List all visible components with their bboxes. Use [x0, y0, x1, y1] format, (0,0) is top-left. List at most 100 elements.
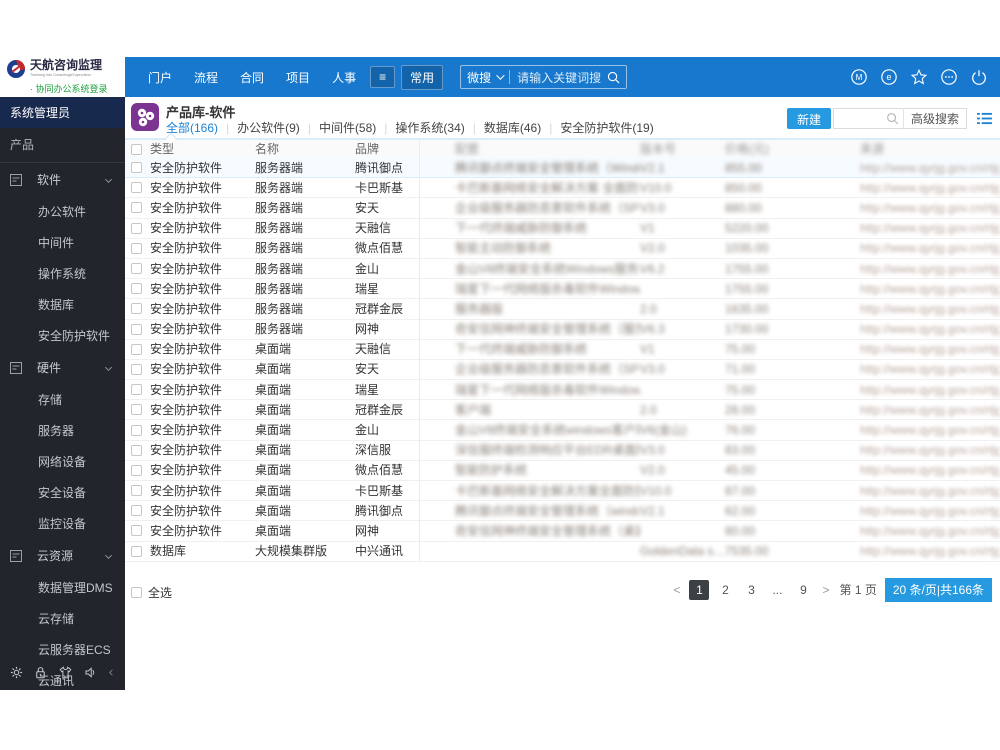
search-icon[interactable] — [607, 71, 620, 84]
nav-item-4[interactable]: 项目 — [286, 69, 310, 86]
prev-page-button[interactable]: < — [673, 583, 680, 597]
table-search-input[interactable] — [833, 108, 882, 128]
theme-shirt-icon[interactable] — [58, 665, 73, 680]
table-row[interactable]: 安全防护软件 桌面端 微点佰慧 智能防护系统 V2.0 45.00 http://www.q… — [125, 460, 1000, 481]
company-subtitle: Tianhang Info Consulting&Supervision — [30, 72, 92, 77]
tab-3[interactable]: 中间件(58) — [319, 119, 376, 136]
table-row[interactable]: 安全防护软件 服务器端 瑞星 瑞星下一代网络版杀毒软件Windows服务器版 1755.… — [125, 278, 1000, 300]
header-checkbox[interactable] — [131, 143, 142, 155]
sidebar-group-1[interactable]: 软件 — [0, 163, 125, 196]
table-row[interactable]: 安全防护软件 服务器端 卡巴斯基 卡巴斯基网络安全解决方案 全面防护版KES…V10.… — [125, 177, 1000, 199]
table-row[interactable]: 安全防护软件 服务器端 天融信 下一代终端威胁防御系统 V1 5220.00 http://… — [125, 218, 1000, 239]
table-row[interactable]: 数据库 大规模集群版 中兴通讯 GoldenData s… 7535.00 http://… — [125, 541, 1000, 562]
nav-item-5[interactable]: 人事 — [332, 69, 356, 86]
table-row[interactable]: 安全防护软件 桌面端 网神 奇安信网神终端安全管理系统（桌面版） 80.00 http:/… — [125, 520, 1000, 542]
table-row[interactable]: 安全防护软件 桌面端 天融信 下一代终端威胁防御系统 V1 75.00 http://www… — [125, 339, 1000, 360]
table-row[interactable]: 安全防护软件 服务器端 微点佰慧 智能主动防御系统 V2.0 1035.00 http://… — [125, 238, 1000, 259]
nav-item-1[interactable]: 门户 — [148, 69, 172, 86]
advanced-search-button[interactable]: 高级搜索 — [902, 107, 966, 129]
sidebar-group-3[interactable]: 云资源 — [0, 539, 125, 572]
page-button-3[interactable]: 3 — [741, 580, 761, 600]
message-icon[interactable]: e — [880, 68, 898, 86]
row-checkbox[interactable] — [131, 525, 142, 537]
row-checkbox[interactable] — [131, 505, 142, 517]
tab-2[interactable]: 办公软件(9) — [237, 119, 300, 136]
row-checkbox[interactable] — [131, 182, 142, 194]
next-page-button[interactable]: > — [822, 583, 829, 597]
global-search[interactable]: 微搜 请输入关键词搜 — [460, 65, 628, 89]
power-logout-icon[interactable] — [970, 68, 988, 86]
sidebar-item-1-1[interactable]: 办公软件 — [0, 196, 125, 227]
table-row[interactable]: 安全防护软件 服务器端 冠群金辰 服务器版 2.0 1635.00 http://www.q… — [125, 298, 1000, 320]
collapse-chevron-icon[interactable] — [107, 668, 116, 677]
table-row[interactable]: 安全防护软件 桌面端 腾讯御点 腾讯御点终端安全管理系统（windows版）V2.1V… — [125, 500, 1000, 522]
search-scope-dropdown[interactable]: 微搜 — [467, 69, 505, 86]
row-checkbox[interactable] — [131, 363, 142, 375]
row-checkbox[interactable] — [131, 444, 142, 456]
table-row[interactable]: 安全防护软件 服务器端 网神 奇安信网神终端安全管理系统（服务器版）V6.3 1730.… — [125, 319, 1000, 340]
sidebar-item-1-2[interactable]: 中间件 — [0, 227, 125, 258]
sidebar-item-1-4[interactable]: 数据库 — [0, 289, 125, 320]
row-checkbox[interactable] — [131, 283, 142, 295]
row-checkbox[interactable] — [131, 384, 142, 396]
row-checkbox[interactable] — [131, 485, 142, 497]
sidebar-item-2-5[interactable]: 监控设备 — [0, 508, 125, 539]
table-row[interactable]: 安全防护软件 服务器端 安天 企业级服务器防恶意软件系统（SP）标准版V3.0 880.… — [125, 197, 1000, 219]
lock-icon[interactable] — [33, 665, 48, 680]
settings-gear-icon[interactable] — [9, 665, 24, 680]
row-checkbox[interactable] — [131, 343, 142, 355]
table-row[interactable]: 安全防护软件 服务器端 金山 金山V8终端安全系统Windows服务器版V6.2 175… — [125, 258, 1000, 280]
row-checkbox[interactable] — [131, 202, 142, 214]
table-row[interactable]: 安全防护软件 桌面端 安天 企业级服务器防恶意软件系统（SP）桌面版V3.0 71.00… — [125, 359, 1000, 381]
table-row[interactable]: 安全防护软件 桌面端 冠群金辰 客户端 2.0 28.00 http://www.qyrjg… — [125, 399, 1000, 421]
sidebar-section-product[interactable]: 产品 — [0, 128, 125, 163]
row-checkbox[interactable] — [131, 263, 142, 275]
volume-speaker-icon[interactable] — [83, 665, 98, 680]
sidebar-item-2-2[interactable]: 服务器 — [0, 415, 125, 446]
tab-5[interactable]: 数据库(46) — [484, 119, 541, 136]
oa-login-link[interactable]: · 协同办公系统登录 — [30, 82, 125, 95]
sidebar-item-2-1[interactable]: 存储 — [0, 384, 125, 415]
sidebar-item-2-4[interactable]: 安全设备 — [0, 477, 125, 508]
row-checkbox[interactable] — [131, 242, 142, 254]
row-checkbox[interactable] — [131, 162, 142, 174]
page-button-2[interactable]: 2 — [715, 580, 735, 600]
row-checkbox[interactable] — [131, 424, 142, 436]
row-checkbox[interactable] — [131, 404, 142, 416]
table-row[interactable]: 安全防护软件 桌面端 金山 金山V8终端安全系统windows客户端版 V6(金山) 76… — [125, 420, 1000, 441]
row-checkbox[interactable] — [131, 464, 142, 476]
list-view-icon[interactable] — [977, 112, 992, 125]
more-options-icon[interactable] — [940, 68, 958, 86]
sidebar-group-2[interactable]: 硬件 — [0, 351, 125, 384]
search-icon[interactable] — [886, 112, 899, 125]
common-apps-button[interactable]: 常用 — [401, 64, 444, 90]
tab-1[interactable]: 全部(166) — [166, 119, 218, 136]
sidebar-item-3-1[interactable]: 数据管理DMS — [0, 572, 125, 603]
sidebar-item-2-3[interactable]: 网络设备 — [0, 446, 125, 477]
row-checkbox[interactable] — [131, 222, 142, 234]
row-checkbox[interactable] — [131, 545, 142, 557]
page-button-9[interactable]: 9 — [793, 580, 813, 600]
menu-grid-button[interactable]: ≡ — [370, 66, 396, 88]
favorites-star-icon[interactable] — [910, 68, 928, 86]
sidebar-item-1-3[interactable]: 操作系统 — [0, 258, 125, 289]
new-button[interactable]: 新建 — [786, 107, 831, 129]
tab-4[interactable]: 操作系统(34) — [395, 119, 464, 136]
tab-6[interactable]: 安全防护软件(19) — [560, 119, 653, 136]
row-checkbox[interactable] — [131, 323, 142, 335]
cell-name: 服务器端 — [255, 281, 304, 296]
page-button-1[interactable]: 1 — [689, 579, 710, 600]
row-checkbox[interactable] — [131, 303, 142, 315]
table-row[interactable]: 安全防护软件 桌面端 深信服 深信服终端检测响应平台EDR桌面版 V3.0 83.00 ht… — [125, 440, 1000, 461]
table-row[interactable]: 安全防护软件 桌面端 卡巴斯基 卡巴斯基网络安全解决方案全面防护版KES·KSO…V1… — [125, 480, 1000, 502]
table-row[interactable]: 安全防护软件 服务器端 腾讯御点 腾讯御点终端安全管理系统（Windows版）V2.1… — [125, 157, 1000, 179]
nav-item-3[interactable]: 合同 — [240, 69, 264, 86]
m-app-icon[interactable]: M — [850, 68, 868, 86]
sidebar-item-1-5[interactable]: 安全防护软件 — [0, 320, 125, 351]
page-size-info[interactable]: 20 条/页|共166条 — [884, 577, 992, 602]
nav-item-2[interactable]: 流程 — [194, 69, 218, 86]
search-input[interactable]: 请输入关键词搜 — [517, 69, 601, 86]
table-row[interactable]: 安全防护软件 桌面端 瑞星 瑞星下一代网络版杀毒软件Windows桌面版 75.00 ht… — [125, 379, 1000, 401]
select-all-checkbox[interactable] — [131, 586, 142, 598]
sidebar-item-3-2[interactable]: 云存储 — [0, 603, 125, 634]
